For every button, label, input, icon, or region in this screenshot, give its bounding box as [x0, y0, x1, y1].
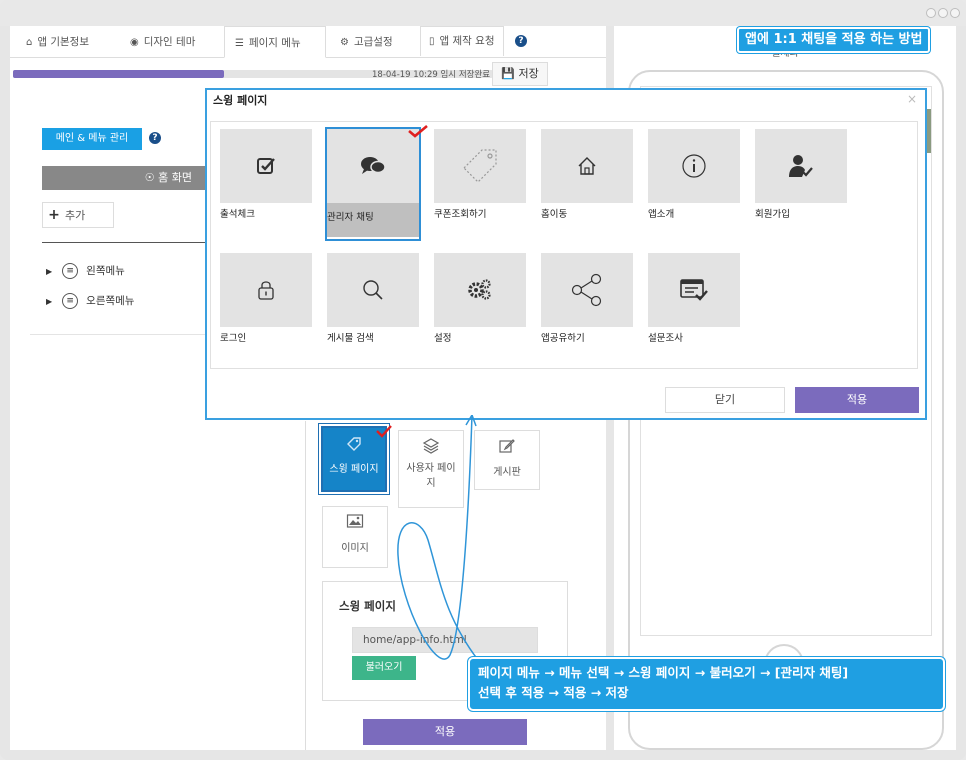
settings-icon: [434, 253, 526, 327]
modal-apply-button[interactable]: 적용: [795, 387, 919, 413]
tab-bar: ⌂ 앱 기본정보 ◉ 디자인 테마 ☰ 페이지 메뉴 ⚙ 고급설정 ▯ 앱 제작 요청 ?: [10, 26, 606, 58]
swing-item-admin-chat[interactable]: 관리자 채팅: [325, 127, 421, 241]
swing-item-signup[interactable]: 회원가입: [755, 129, 847, 220]
add-button[interactable]: + 추가: [42, 202, 114, 228]
home-icon: ⌂: [26, 37, 33, 48]
list-icon: ≡: [62, 263, 79, 279]
close-icon[interactable]: ×: [907, 92, 917, 106]
tab-label: 디자인 테마: [143, 36, 196, 48]
instruction-line: 페이지 메뉴 → 메뉴 선택 → 스윙 페이지 → 불러오기 → [관리자 채팅…: [478, 665, 849, 680]
item-label: 쿠폰조회하기: [434, 209, 487, 220]
window-control-dot[interactable]: [938, 8, 948, 18]
tree-item-left-menu[interactable]: ▶ ≡ 왼쪽메뉴: [46, 263, 125, 279]
swing-item-share-app[interactable]: 앱공유하기: [541, 253, 633, 344]
title-bar: [0, 0, 966, 26]
tree-label: 왼쪽메뉴: [86, 265, 125, 277]
home-screen-item[interactable]: ☉ 홈 화면: [42, 166, 212, 190]
title-callout: 앱에 1:1 채팅을 적용 하는 방법: [737, 27, 931, 53]
instruction-line: 선택 후 적용 → 적용 → 저장: [478, 685, 629, 700]
swing-page-modal: 스윙 페이지 × 출석체크 관리자 채팅 쿠폰조회하기 홈이동 앱소개 회원가입…: [205, 88, 927, 420]
tree-label: 오른쪽메뉴: [86, 295, 135, 307]
item-label: 게시물 검색: [327, 333, 374, 344]
share-icon: [541, 253, 633, 327]
swing-item-attendance[interactable]: 출석체크: [220, 129, 312, 220]
caret-right-icon: ▶: [46, 297, 53, 306]
plus-icon: +: [48, 207, 60, 223]
add-label: 추가: [65, 209, 86, 222]
modal-close-button[interactable]: 닫기: [665, 387, 785, 413]
gears-icon: ⚙: [340, 37, 349, 48]
instruction-callout: 페이지 메뉴 → 메뉴 선택 → 스윙 페이지 → 불러오기 → [관리자 채팅…: [468, 657, 945, 711]
item-label: 관리자 채팅: [327, 212, 374, 223]
swing-item-login[interactable]: 로그인: [220, 253, 312, 344]
survey-icon: [648, 253, 740, 327]
column-divider: [305, 421, 306, 750]
progress-fill: [13, 70, 225, 78]
user-check-icon: [755, 129, 847, 203]
section-title: 스윙 페이지: [339, 599, 396, 613]
eye-icon: ◉: [130, 37, 139, 48]
chat-icon: [327, 129, 419, 203]
item-label: 설정: [434, 333, 452, 344]
tab-app-request[interactable]: ▯ 앱 제작 요청: [420, 26, 504, 56]
swing-item-survey[interactable]: 설문조사: [648, 253, 740, 344]
item-label: 출석체크: [220, 209, 255, 220]
item-label: 앱공유하기: [541, 333, 585, 344]
swing-item-post-search[interactable]: 게시물 검색: [327, 253, 419, 344]
info-icon: [648, 129, 740, 203]
tab-page-menu[interactable]: ☰ 페이지 메뉴: [224, 26, 326, 58]
item-label: 설문조사: [648, 333, 683, 344]
lock-icon: [220, 253, 312, 327]
item-label: 로그인: [220, 333, 247, 344]
swing-item-settings[interactable]: 설정: [434, 253, 526, 344]
tab-design-theme[interactable]: ◉ 디자인 테마: [130, 26, 195, 58]
image-icon: [323, 513, 387, 533]
swing-item-app-intro[interactable]: 앱소개: [648, 129, 740, 220]
help-icon[interactable]: ?: [515, 35, 527, 47]
tab-label: 앱 기본정보: [37, 36, 89, 48]
divider: [42, 242, 212, 243]
swing-item-go-home[interactable]: 홈이동: [541, 129, 633, 220]
main-menu-manage-button[interactable]: 메인 & 메뉴 관리: [42, 128, 142, 150]
tab-label: 앱 제작 요청: [439, 35, 495, 47]
menu-icon: ☰: [235, 38, 244, 49]
save-button[interactable]: 💾 저장: [492, 62, 548, 86]
help-icon[interactable]: ?: [149, 132, 161, 144]
modal-title: 스윙 페이지: [213, 94, 268, 107]
home-label: 홈 화면: [158, 171, 192, 184]
tab-app-info[interactable]: ⌂ 앱 기본정보: [26, 26, 89, 58]
phone-icon: ▯: [429, 36, 435, 47]
search-icon: [327, 253, 419, 327]
floppy-icon: 💾: [501, 67, 515, 80]
page-type-label: 이미지: [341, 543, 369, 554]
apply-button[interactable]: 적용: [363, 719, 527, 745]
tab-label: 고급설정: [353, 36, 393, 48]
page-type-board[interactable]: 게시판: [474, 430, 540, 490]
page-type-label: 게시판: [493, 467, 521, 478]
edit-icon: [475, 437, 539, 457]
tree-item-right-menu[interactable]: ▶ ≡ 오른쪽메뉴: [46, 293, 134, 309]
home-circle-icon: ☉: [144, 171, 155, 184]
page-type-image[interactable]: 이미지: [322, 506, 388, 568]
save-timestamp: 18-04-19 10:29 임시 저장완료: [372, 70, 491, 80]
tab-label: 페이지 메뉴: [248, 37, 301, 49]
checkmark-icon: [408, 125, 428, 138]
item-label: 앱소개: [648, 209, 675, 220]
tab-advanced-settings[interactable]: ⚙ 고급설정: [340, 26, 393, 58]
item-label: 회원가입: [755, 209, 790, 220]
annotation-arrow: [397, 415, 479, 661]
coupon-icon: [434, 129, 526, 203]
list-icon: ≡: [62, 293, 79, 309]
caret-right-icon: ▶: [46, 267, 53, 276]
window-control-dot[interactable]: [926, 8, 936, 18]
item-label: 홈이동: [541, 209, 568, 220]
save-label: 저장: [518, 67, 539, 80]
swing-item-coupon[interactable]: 쿠폰조회하기: [434, 129, 526, 220]
page-type-label: 스윙 페이지: [329, 464, 379, 475]
house-icon: [541, 129, 633, 203]
checkbox-icon: [220, 129, 312, 203]
app-window: ⌂ 앱 기본정보 ◉ 디자인 테마 ☰ 페이지 메뉴 ⚙ 고급설정 ▯ 앱 제작 요청 ?…: [0, 0, 966, 760]
swing-page-grid: 출석체크 관리자 채팅 쿠폰조회하기 홈이동 앱소개 회원가입 로그인 게시물 …: [210, 121, 918, 369]
window-control-dot[interactable]: [950, 8, 960, 18]
